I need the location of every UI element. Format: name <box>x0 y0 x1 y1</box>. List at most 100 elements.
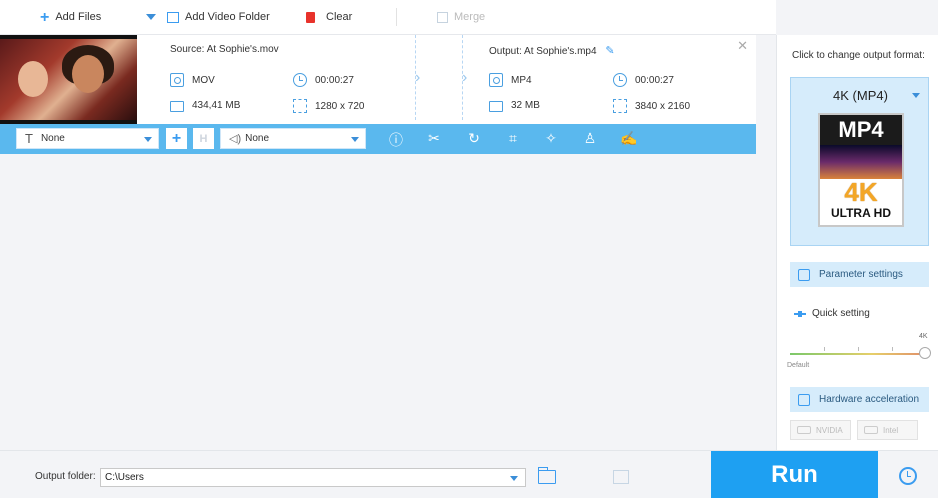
audio-select[interactable]: ◁) None <box>220 128 366 149</box>
quality-slider-track[interactable] <box>790 353 926 355</box>
merge-label: Merge <box>454 11 486 23</box>
export-icon[interactable] <box>613 470 629 484</box>
folder-icon <box>170 101 184 112</box>
add-video-folder-label: Add Video Folder <box>185 11 270 23</box>
intel-option[interactable]: Intel <box>857 420 918 440</box>
toolbar-divider <box>396 8 397 26</box>
nvidia-option[interactable]: NVIDIA <box>790 420 851 440</box>
subtitle-value: None <box>40 133 65 144</box>
add-files-dropdown-icon[interactable] <box>146 14 156 20</box>
chevron-down-icon[interactable] <box>510 476 518 481</box>
alarm-clock-icon[interactable] <box>899 467 917 485</box>
merge-button[interactable]: Merge <box>437 11 485 23</box>
source-format-value: MOV <box>192 74 215 86</box>
nvidia-label: NVIDIA <box>816 425 843 435</box>
source-title: Source: At Sophie's.mov <box>170 44 279 55</box>
slider-tick <box>858 347 859 351</box>
output-format-value: MP4 <box>511 74 532 86</box>
mp4-4k-format-icon: MP4 4K ULTRA HD <box>818 113 904 227</box>
output-folder-input[interactable] <box>100 468 526 487</box>
output-size: 32 MB <box>489 99 540 112</box>
file-card: Source: At Sophie's.mov MOV 434,41 MB 00… <box>0 35 756 154</box>
slider-tick <box>824 347 825 351</box>
clear-label: Clear <box>326 11 353 23</box>
intel-icon <box>864 426 878 434</box>
hardware-options: NVIDIA Intel <box>790 420 918 440</box>
rotate-icon[interactable]: ↻ <box>465 130 483 147</box>
arrow-right-icon: › <box>415 69 421 86</box>
cut-icon[interactable]: ✂ <box>425 130 443 147</box>
merge-icon <box>437 11 448 23</box>
source-size-value: 434,41 MB <box>192 100 241 111</box>
info-icon[interactable]: ⓘ <box>387 130 405 150</box>
watermark-icon[interactable]: ♙ <box>581 130 599 147</box>
remove-file-icon[interactable]: ✕ <box>737 38 748 54</box>
thumbnail-face-left <box>18 61 48 97</box>
add-files-button[interactable]: + Add Files <box>40 8 102 26</box>
source-duration-value: 00:00:27 <box>315 74 354 86</box>
audio-value: None <box>245 133 270 144</box>
slider-tick <box>892 347 893 351</box>
trash-icon <box>306 11 315 23</box>
output-format-hint: Click to change output format: <box>792 50 925 61</box>
chevron-down-icon <box>144 137 152 142</box>
quick-setting: Quick setting <box>794 308 870 319</box>
text-icon: T <box>25 131 33 146</box>
subtitle-edit-button[interactable]: H <box>193 128 214 149</box>
chevron-down-icon <box>351 137 359 142</box>
resolution-icon <box>613 99 627 113</box>
plus-icon: + <box>40 8 50 26</box>
slider-max-label: 4K <box>919 333 928 340</box>
subtitle-select[interactable]: T None <box>16 128 159 149</box>
folder-icon <box>167 11 179 23</box>
video-file-icon <box>489 73 503 87</box>
nvidia-icon <box>797 426 811 434</box>
top-toolbar: + Add Files Add Video Folder Clear Merge <box>0 0 776 35</box>
add-files-label: Add Files <box>55 11 102 23</box>
source-duration: 00:00:27 <box>293 73 354 87</box>
output-title: Output: At Sophie's.mp4 ✎ <box>489 44 615 57</box>
clock-icon <box>613 73 627 87</box>
output-folder-label: Output folder: <box>35 471 96 482</box>
speaker-icon: ◁) <box>229 133 242 145</box>
file-list-area: Source: At Sophie's.mov MOV 434,41 MB 00… <box>0 35 776 450</box>
sliders-icon <box>798 268 810 281</box>
thumbnail-face-right <box>72 55 104 93</box>
parameter-settings-button[interactable]: Parameter settings <box>790 262 929 287</box>
quick-setting-label: Quick setting <box>812 308 870 319</box>
chip-icon <box>798 393 810 406</box>
crop-icon[interactable]: ⌗ <box>504 130 522 147</box>
source-format: MOV <box>170 73 215 87</box>
output-format-selector[interactable]: 4K (MP4) MP4 4K ULTRA HD <box>790 77 929 246</box>
format-icon-top: MP4 <box>820 115 902 145</box>
open-folder-icon[interactable] <box>538 467 556 484</box>
intel-label: Intel <box>883 425 899 435</box>
output-resolution: 3840 x 2160 <box>613 99 690 113</box>
add-subtitle-button[interactable]: + <box>166 128 187 149</box>
output-format-label: 4K (MP4) <box>833 88 888 103</box>
run-button[interactable]: Run <box>711 451 878 498</box>
quick-setting-icon <box>794 310 806 317</box>
slider-min-label: Default <box>787 362 810 369</box>
output-duration-value: 00:00:27 <box>635 74 674 86</box>
format-icon-uhd: ULTRA HD <box>831 206 891 220</box>
edit-name-icon[interactable]: ✎ <box>605 45 614 57</box>
output-format: MP4 <box>489 73 532 87</box>
video-thumbnail[interactable] <box>0 35 137 124</box>
output-format-panel: Click to change output format: 4K (MP4) … <box>776 35 938 450</box>
quality-slider-handle[interactable] <box>919 347 931 359</box>
clock-icon <box>293 73 307 87</box>
chevron-down-icon <box>912 93 920 98</box>
output-title-text: Output: At Sophie's.mp4 <box>489 46 597 57</box>
effects-icon[interactable]: ✧ <box>542 130 560 147</box>
hardware-acceleration-button[interactable]: Hardware acceleration <box>790 387 929 412</box>
folder-icon <box>489 101 503 112</box>
hardware-acceleration-label: Hardware acceleration <box>819 394 920 405</box>
bottom-bar: Output folder: Run <box>0 450 938 498</box>
edit-icon[interactable]: ✍ <box>620 130 638 147</box>
add-video-folder-button[interactable]: Add Video Folder <box>167 11 270 23</box>
clear-button[interactable]: Clear <box>306 11 352 23</box>
video-file-icon <box>170 73 184 87</box>
format-icon-4k: 4K <box>844 177 878 207</box>
source-resolution: 1280 x 720 <box>293 99 365 113</box>
